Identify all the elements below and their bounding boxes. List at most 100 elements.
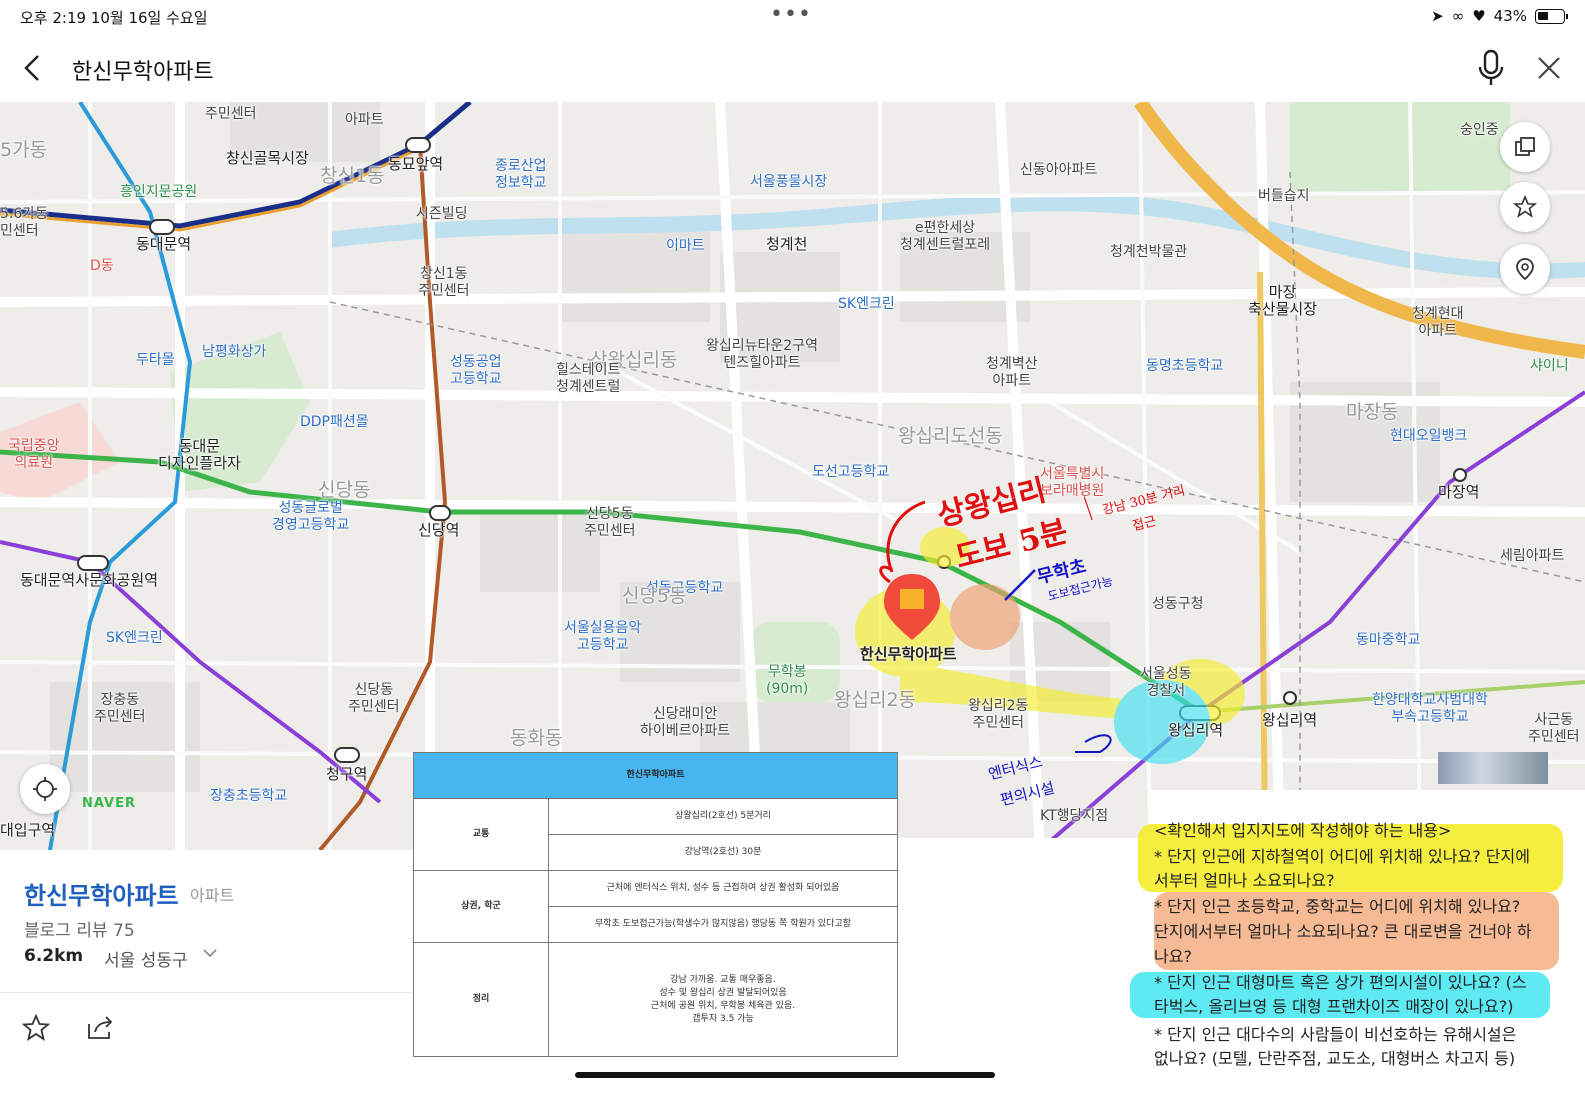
map-label[interactable]: 창신골목시장 xyxy=(226,150,309,167)
map-label[interactable]: 남평화상가 xyxy=(202,344,266,361)
map-label[interactable]: 마장동 xyxy=(1346,403,1398,422)
close-icon[interactable] xyxy=(1533,52,1565,84)
target-label[interactable]: 한신무학아파트 xyxy=(860,646,957,663)
map-label[interactable]: 동명초등학교 xyxy=(1146,358,1223,375)
map-label[interactable]: 5가동 xyxy=(0,141,47,160)
map-label[interactable]: 힐스테이트 청계센트럴 xyxy=(556,362,620,396)
microphone-icon[interactable] xyxy=(1473,48,1509,88)
station-label[interactable]: 왕십리역 xyxy=(1168,722,1223,739)
map-label[interactable]: 왕십리2동 주민센터 xyxy=(968,698,1028,732)
map-label[interactable]: 성동공업 고등학교 xyxy=(450,354,502,388)
place-button[interactable] xyxy=(1500,244,1550,294)
station-label[interactable]: 대입구역 xyxy=(0,822,55,839)
station-label[interactable]: 신당역 xyxy=(418,522,459,539)
search-query[interactable]: 한신무학아파트 xyxy=(72,54,214,86)
table-category: 상권, 학군 xyxy=(413,870,549,943)
map-view[interactable]: 주민센터 아파트 창신골목시장 창신1동 동묘앞역 종로산업 정보학교 서울풍물… xyxy=(0,102,1585,850)
map-label[interactable]: 청계벽산 아파트 xyxy=(986,356,1038,390)
map-label[interactable]: 서울풍물시장 xyxy=(750,174,827,191)
back-arrow-icon[interactable] xyxy=(18,52,50,84)
map-label[interactable]: 한양대학교사범대학 부속고등학교 xyxy=(1372,692,1488,726)
map-label[interactable]: 신당동 주민센터 xyxy=(348,682,400,716)
map-label[interactable]: 종로산업 정보학교 xyxy=(495,158,547,192)
map-label[interactable]: 주민센터 xyxy=(205,106,257,123)
station-label[interactable]: 동대문역 xyxy=(136,236,191,253)
map-label[interactable]: 서울성동 경찰서 xyxy=(1140,666,1192,700)
map-label[interactable]: 청계현대 아파트 xyxy=(1412,306,1464,340)
map-label[interactable]: D동 xyxy=(90,258,114,275)
table-category: 정리 xyxy=(413,942,549,1057)
map-label[interactable]: 동화동 xyxy=(510,729,562,748)
map-label[interactable]: 버들습지 xyxy=(1258,188,1310,205)
map-label[interactable]: 신당동 xyxy=(318,481,370,500)
summary-table: 한신무학아파트 교통 상왕십리(2호선) 5분거리 강남역(2호선) 30분 상… xyxy=(413,752,898,1057)
layers-icon xyxy=(1515,137,1535,156)
battery-fill xyxy=(1538,11,1548,20)
chevron-down-icon[interactable] xyxy=(203,948,217,958)
map-label[interactable]: 샤이니 xyxy=(1530,358,1569,375)
map-label[interactable]: 청계천박물관 xyxy=(1110,244,1187,261)
home-indicator[interactable] xyxy=(575,1072,995,1078)
map-label[interactable]: 신동아아파트 xyxy=(1020,162,1097,179)
map-label[interactable]: 동마중학교 xyxy=(1356,632,1420,649)
map-label[interactable]: 왕십리2동 xyxy=(834,691,916,710)
map-label[interactable]: 청계천 xyxy=(766,236,807,253)
table-cell: 상왕십리(2호선) 5분거리 xyxy=(548,798,898,835)
layers-button[interactable] xyxy=(1500,122,1550,172)
place-address[interactable]: 서울 성동구 xyxy=(104,946,188,971)
map-label[interactable]: 장충초등학교 xyxy=(210,788,287,805)
map-label[interactable]: 시즌빌딩 xyxy=(416,206,468,223)
map-label[interactable]: 이마트 xyxy=(666,238,705,255)
map-label[interactable]: 동대문 디자인플라자 xyxy=(158,438,241,472)
place-card[interactable]: 한신무학아파트 아파트 블로그 리뷰 75 6.2km 서울 성동구 xyxy=(0,850,412,1101)
map-label[interactable]: 현대오일뱅크 xyxy=(1390,428,1467,445)
multitask-dots-icon[interactable]: ••• xyxy=(770,2,812,27)
star-icon[interactable] xyxy=(22,1014,50,1042)
map-label[interactable]: 성동구청 xyxy=(1152,596,1204,613)
map-label[interactable]: 신당래미안 하이베르아파트 xyxy=(640,706,730,740)
map-label[interactable]: 국립중앙 의료원 xyxy=(8,438,60,472)
map-label[interactable]: 무학봉 (90m) xyxy=(766,664,808,698)
table-title: 한신무학아파트 xyxy=(413,752,898,799)
share-icon[interactable] xyxy=(85,1014,115,1042)
map-label[interactable]: 세림아파트 xyxy=(1500,548,1564,565)
map-label[interactable]: 5.6가동 민센터 xyxy=(0,206,48,240)
map-label[interactable]: SK엔크린 xyxy=(838,296,895,313)
map-label[interactable]: 아파트 xyxy=(345,112,384,129)
station-label[interactable]: 동묘앞역 xyxy=(388,156,443,173)
favorite-button[interactable] xyxy=(1500,182,1550,232)
map-label[interactable]: DDP패션몰 xyxy=(300,414,369,431)
map-label[interactable]: 신당5동 주민센터 xyxy=(584,506,636,540)
map-label[interactable]: 도선고등학교 xyxy=(812,464,889,481)
map-label[interactable]: 숭인중 xyxy=(1460,122,1499,139)
map-label[interactable]: KT행당지점 xyxy=(1040,808,1108,825)
map-label[interactable]: 흥인지문공원 xyxy=(120,184,197,201)
map-label[interactable]: 장충동 주민센터 xyxy=(94,692,146,726)
map-label[interactable]: 창신1동 xyxy=(320,167,385,186)
map-label[interactable]: 왕십리뉴타운2구역 텐즈힐아파트 xyxy=(706,338,818,372)
map-label[interactable]: 창신1동 주민센터 xyxy=(418,266,470,300)
station-label[interactable]: 청구역 xyxy=(326,766,367,783)
map-label[interactable]: 서울특별시 보라매병원 xyxy=(1040,466,1104,500)
map-label[interactable]: 서울실용음악 고등학교 xyxy=(564,620,641,654)
map-label[interactable]: 사근동 주민센터 xyxy=(1528,712,1580,746)
current-location-button[interactable] xyxy=(20,764,70,814)
station-label[interactable]: 마장역 xyxy=(1438,484,1479,501)
location-arrow-icon: ➤ xyxy=(1431,7,1444,25)
map-label[interactable]: 두타몰 xyxy=(136,352,175,369)
photo-thumbnail[interactable] xyxy=(1438,752,1548,784)
notes-line: 없나요? (모텔, 단란주점, 교도소, 대형버스 차고지 등) xyxy=(1154,1049,1516,1068)
blog-review-count[interactable]: 블로그 리뷰 75 xyxy=(24,916,135,941)
map-label[interactable]: 왕십리도선동 xyxy=(898,427,1003,446)
battery-percent: 43% xyxy=(1493,7,1527,25)
map-label[interactable]: 성동글로벌 경영고등학교 xyxy=(272,500,349,534)
map-label[interactable]: 신당5동 xyxy=(622,587,687,606)
notes-line: * 단지 인근 대형마트 혹은 상가 편의시설이 있나요? (스 xyxy=(1154,973,1527,992)
place-name[interactable]: 한신무학아파트 xyxy=(24,876,179,911)
station-label[interactable]: 왕십리역 xyxy=(1262,712,1317,729)
station-label[interactable]: 동대문역사문화공원역 xyxy=(20,572,158,589)
map-label[interactable]: 마장 축산물시장 xyxy=(1248,284,1317,318)
map-label[interactable]: e편한세상 청계센트럴포레 xyxy=(900,220,990,254)
map-label[interactable]: SK엔크린 xyxy=(106,630,163,647)
table-cell: 강남역(2호선) 30분 xyxy=(548,834,898,871)
